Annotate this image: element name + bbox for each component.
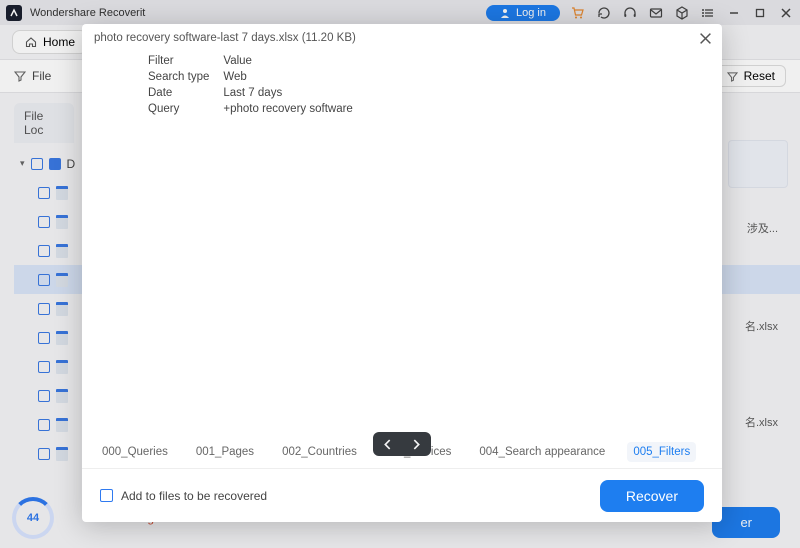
tab-countries[interactable]: 002_Countries — [276, 442, 363, 462]
tab-search-appearance[interactable]: 004_Search appearance — [473, 442, 611, 462]
checkbox[interactable] — [100, 489, 113, 502]
preview-key: Search type — [142, 70, 215, 84]
add-to-recover-checkbox[interactable]: Add to files to be recovered — [100, 489, 267, 503]
file-preview-modal: photo recovery software-last 7 days.xlsx… — [82, 24, 722, 522]
preview-val: Web — [217, 70, 358, 84]
tab-filters[interactable]: 005_Filters — [627, 442, 696, 462]
preview-val: +photo recovery software — [217, 102, 358, 116]
preview-content: FilterValue Search typeWeb DateLast 7 da… — [82, 48, 722, 436]
tab-nav — [373, 432, 431, 456]
add-to-recover-label: Add to files to be recovered — [121, 489, 267, 503]
preview-key: Query — [142, 102, 215, 116]
tab-queries[interactable]: 000_Queries — [96, 442, 174, 462]
sheet-tabs: 000_Queries 001_Pages 002_Countries 003_… — [82, 436, 722, 468]
preview-val: Last 7 days — [217, 86, 358, 100]
next-tab-button[interactable] — [412, 439, 421, 450]
tab-pages[interactable]: 001_Pages — [190, 442, 260, 462]
recover-button[interactable]: Recover — [600, 480, 704, 512]
modal-footer: Add to files to be recovered Recover — [82, 468, 722, 522]
preview-key: Date — [142, 86, 215, 100]
preview-header-filter: Filter — [142, 54, 215, 68]
prev-tab-button[interactable] — [383, 439, 392, 450]
close-icon — [699, 32, 712, 45]
modal-title: photo recovery software-last 7 days.xlsx… — [82, 24, 722, 48]
close-button[interactable] — [699, 32, 712, 45]
preview-header-value: Value — [217, 54, 358, 68]
